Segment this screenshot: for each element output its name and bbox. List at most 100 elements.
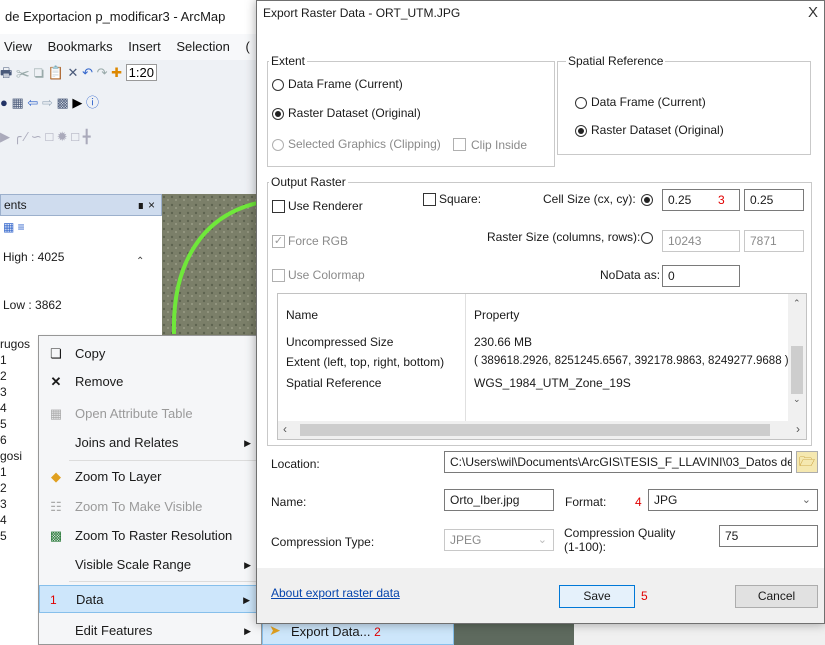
property-name: Extent (left, top, right, bottom) bbox=[286, 355, 445, 369]
column-header-name: Name bbox=[286, 308, 319, 322]
toc-toolbar-icons[interactable]: ▦ ≡ bbox=[3, 220, 25, 234]
toc-label: 1 bbox=[0, 465, 7, 479]
toc-label: gosi bbox=[0, 449, 23, 463]
copy-tool-icon[interactable]: ❏ bbox=[33, 65, 44, 80]
identify-icon[interactable]: ⓘ bbox=[86, 95, 99, 110]
compression-type-label: Compression Type: bbox=[271, 535, 375, 549]
select-elements-icon[interactable]: ▶ bbox=[72, 95, 82, 110]
menu-item-zoom-to-layer[interactable]: ◆ Zoom To Layer bbox=[39, 463, 261, 491]
cancel-button[interactable]: Cancel bbox=[735, 585, 818, 608]
force-rgb-label: Force RGB bbox=[288, 234, 349, 248]
save-button[interactable]: Save bbox=[559, 585, 635, 608]
menu-item-zoom-to-make-visible[interactable]: ☷ Zoom To Make Visible bbox=[39, 493, 261, 521]
menu-item-open-attribute-table[interactable]: ▦ Open Attribute Table bbox=[39, 400, 261, 428]
column-divider bbox=[465, 294, 466, 422]
toc-label: rugos bbox=[0, 337, 31, 351]
toc-close-icon[interactable]: ∎ × bbox=[137, 195, 155, 215]
export-data-icon: ➤ bbox=[269, 622, 281, 638]
name-input[interactable]: Orto_Iber.jpg bbox=[444, 489, 554, 511]
add-data-icon[interactable]: ✚ bbox=[111, 65, 122, 80]
cell-size-radio[interactable] bbox=[641, 194, 653, 206]
nodata-input[interactable]: 0 bbox=[662, 265, 740, 287]
square-checkbox[interactable] bbox=[423, 193, 436, 206]
scroll-down-icon[interactable]: ⌄ bbox=[793, 394, 801, 405]
menu-item-copy[interactable]: ❏ Copy bbox=[39, 340, 261, 368]
h-scroll-thumb[interactable] bbox=[300, 424, 770, 436]
draw-tools-icon[interactable]: ▶ ╭ ∕ ∽ □ ✹ □ ╋ bbox=[0, 129, 91, 144]
extent-data-frame-radio[interactable] bbox=[272, 79, 284, 91]
properties-list[interactable]: Name Property Uncompressed Size 230.66 M… bbox=[277, 293, 807, 440]
sr-raster-dataset-label: Raster Dataset (Original) bbox=[591, 123, 724, 137]
paste-icon[interactable]: 📋 bbox=[48, 65, 64, 80]
raster-size-label: Raster Size (columns, rows): bbox=[487, 230, 641, 244]
menu-selection[interactable]: Selection bbox=[176, 39, 229, 54]
menu-insert[interactable]: Insert bbox=[128, 39, 161, 54]
select-features-icon[interactable]: ▩ bbox=[56, 95, 68, 110]
toolbar-filler bbox=[0, 154, 262, 194]
menu-separator bbox=[69, 581, 259, 582]
back-icon[interactable]: ⇦ bbox=[27, 95, 38, 110]
force-rgb-checkbox[interactable]: ✓ bbox=[272, 235, 285, 248]
columns-input[interactable]: 10243 bbox=[662, 230, 740, 252]
undo-icon[interactable]: ↶ bbox=[82, 65, 93, 80]
fixed-zoom-icon[interactable]: ▦ bbox=[11, 95, 23, 110]
menu-item-remove[interactable]: ✕ Remove bbox=[39, 368, 261, 396]
menu-item-data[interactable]: 1 Data ▶ bbox=[39, 585, 261, 613]
menu-item-joins-and-relates[interactable]: Joins and Relates ▶ bbox=[39, 429, 261, 457]
menu-bookmarks[interactable]: Bookmarks bbox=[48, 39, 113, 54]
properties-content: Name Property Uncompressed Size 230.66 M… bbox=[278, 294, 789, 422]
forward-icon[interactable]: ⇨ bbox=[42, 95, 53, 110]
sr-raster-dataset-radio[interactable] bbox=[575, 125, 587, 137]
column-header-property: Property bbox=[474, 308, 520, 322]
menu-item-label: Zoom To Make Visible bbox=[75, 499, 203, 514]
use-colormap-label: Use Colormap bbox=[288, 268, 365, 282]
scroll-right-icon[interactable]: › bbox=[796, 422, 800, 436]
clip-inside-checkbox[interactable] bbox=[453, 138, 466, 151]
rows-input[interactable]: 7871 bbox=[744, 230, 804, 252]
sr-data-frame-radio[interactable] bbox=[575, 97, 587, 109]
close-button[interactable]: X bbox=[808, 4, 818, 21]
globe-icon[interactable]: ● bbox=[0, 95, 8, 110]
scale-box[interactable]: 1:20 bbox=[125, 64, 157, 81]
horizontal-scrollbar[interactable]: ‹ › bbox=[278, 421, 806, 439]
menu-item-edit-features[interactable]: Edit Features ▶ bbox=[39, 617, 261, 645]
chevron-up-icon[interactable]: ⌃ bbox=[136, 256, 144, 267]
vertical-scrollbar[interactable]: ⌃ ⌄ bbox=[788, 294, 806, 422]
remove-icon: ✕ bbox=[50, 374, 62, 389]
scroll-thumb[interactable] bbox=[791, 346, 803, 394]
scroll-up-icon[interactable]: ⌃ bbox=[793, 298, 801, 309]
menu-more[interactable]: ( bbox=[245, 39, 249, 54]
browse-folder-icon[interactable]: 🗁 bbox=[796, 451, 818, 473]
menu-item-visible-scale-range[interactable]: Visible Scale Range ▶ bbox=[39, 551, 261, 579]
step-3-marker: 3 bbox=[718, 193, 725, 207]
about-export-link[interactable]: About export raster data bbox=[271, 586, 400, 600]
compression-quality-label-line1: Compression Quality bbox=[564, 526, 676, 540]
menu-view[interactable]: View bbox=[4, 39, 32, 54]
layer-context-menu: ❏ Copy ✕ Remove ▦ Open Attribute Table J… bbox=[38, 335, 262, 645]
redo-icon[interactable]: ↷ bbox=[97, 65, 108, 80]
compression-quality-input[interactable]: 75 bbox=[719, 525, 818, 547]
delete-icon[interactable]: ✕ bbox=[68, 65, 79, 80]
print-icon[interactable]: 🖶 bbox=[0, 65, 12, 80]
location-input[interactable]: C:\Users\wil\Documents\ArcGIS\TESIS_F_LL… bbox=[444, 451, 792, 473]
format-select[interactable]: JPG ⌄ bbox=[648, 489, 818, 511]
cut-icon[interactable]: ✂ bbox=[16, 65, 30, 80]
cell-size-y-input[interactable]: 0.25 bbox=[744, 189, 804, 211]
square-label: Square: bbox=[439, 192, 482, 206]
scroll-left-icon[interactable]: ‹ bbox=[283, 422, 287, 436]
menu-item-zoom-to-raster-resolution[interactable]: ▩ Zoom To Raster Resolution bbox=[39, 522, 261, 550]
toc-label: 5 bbox=[0, 417, 7, 431]
use-renderer-checkbox[interactable] bbox=[272, 200, 285, 213]
location-label: Location: bbox=[271, 457, 320, 471]
raster-size-radio[interactable] bbox=[641, 232, 653, 244]
toc-label: 1 bbox=[0, 353, 7, 367]
property-value: WGS_1984_UTM_Zone_19S bbox=[474, 376, 631, 390]
step-5-marker: 5 bbox=[641, 589, 648, 603]
extent-raster-dataset-radio[interactable] bbox=[272, 108, 284, 120]
extent-selected-graphics-radio[interactable] bbox=[272, 139, 284, 151]
cell-size-x-input[interactable]: 0.25 bbox=[662, 189, 740, 211]
use-colormap-checkbox[interactable] bbox=[272, 269, 285, 282]
compression-type-select[interactable]: JPEG ⌄ bbox=[444, 529, 554, 551]
nodata-label: NoData as: bbox=[600, 268, 661, 282]
menu-item-label: Zoom To Raster Resolution bbox=[75, 528, 233, 543]
